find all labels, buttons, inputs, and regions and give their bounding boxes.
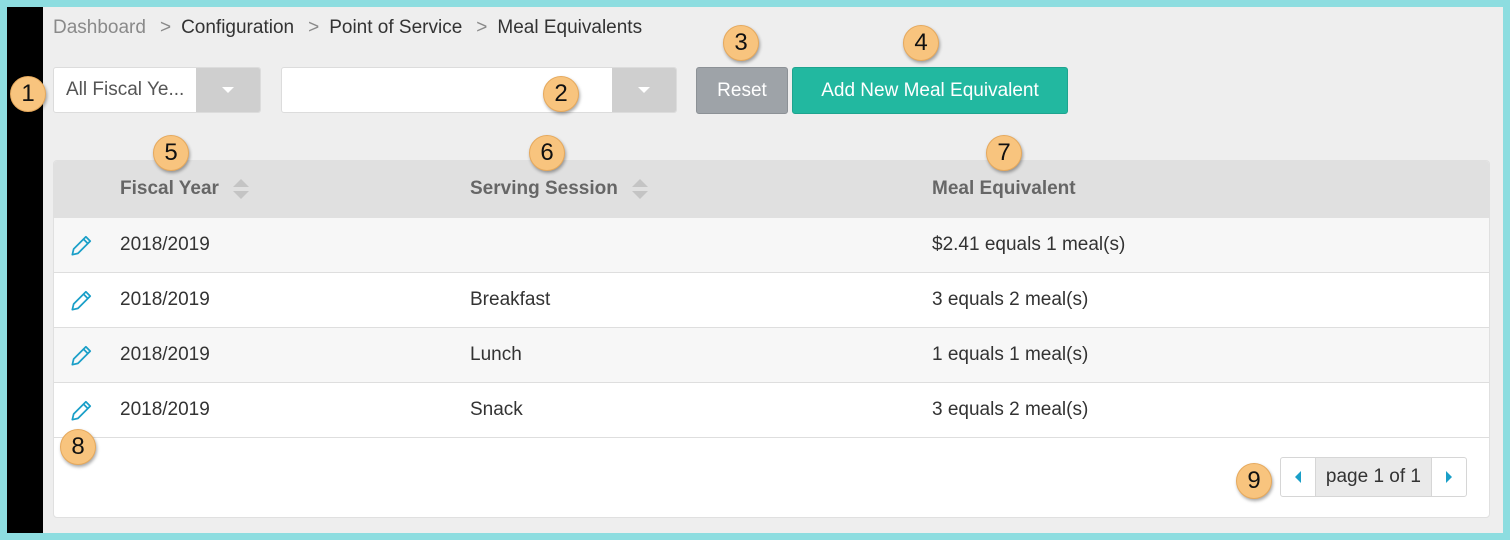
serving-session-select[interactable] — [281, 67, 677, 113]
fiscal-year-select[interactable]: All Fiscal Ye... — [53, 67, 261, 113]
caret-down-icon — [638, 87, 650, 93]
callout-3: 3 — [723, 25, 759, 61]
sort-icon[interactable] — [631, 179, 648, 199]
reset-button[interactable]: Reset — [696, 67, 788, 114]
pencil-icon[interactable] — [68, 288, 94, 314]
app-frame: Dashboard > Configuration > Point of Ser… — [7, 7, 1503, 533]
sort-icon[interactable] — [232, 179, 249, 199]
callout-2: 2 — [543, 76, 579, 112]
previous-page-button[interactable] — [1281, 458, 1315, 496]
table-row: 2018/2019 Snack 3 equals 2 meal(s) — [54, 383, 1489, 438]
cell-meal-equivalent: 3 equals 2 meal(s) — [932, 289, 1089, 310]
next-page-button[interactable] — [1432, 458, 1466, 496]
breadcrumb-configuration[interactable]: Configuration — [181, 17, 294, 39]
callout-8: 8 — [60, 429, 96, 465]
pencil-icon[interactable] — [68, 343, 94, 369]
cell-fiscal-year: 2018/2019 — [120, 399, 210, 420]
caret-down-icon — [222, 87, 234, 93]
callout-6: 6 — [529, 135, 565, 171]
table-row: 2018/2019 Breakfast 3 equals 2 meal(s) — [54, 273, 1489, 328]
cell-meal-equivalent: $2.41 equals 1 meal(s) — [932, 234, 1126, 255]
column-header-fiscal-year[interactable]: Fiscal Year — [120, 161, 249, 217]
cell-serving-session: Breakfast — [470, 289, 551, 310]
callout-4: 4 — [903, 25, 939, 61]
table-header: Fiscal Year Serving Session Meal Equival… — [54, 161, 1489, 218]
breadcrumb-separator: > — [308, 17, 320, 38]
cell-meal-equivalent: 1 equals 1 meal(s) — [932, 344, 1089, 365]
breadcrumb-meal-equivalents: Meal Equivalents — [497, 17, 643, 38]
callout-7: 7 — [986, 135, 1022, 171]
table-row: 2018/2019 $2.41 equals 1 meal(s) — [54, 218, 1489, 273]
callout-9: 9 — [1236, 463, 1272, 499]
fiscal-year-dropdown-button[interactable] — [196, 68, 260, 112]
cell-fiscal-year: 2018/2019 — [120, 234, 210, 255]
add-new-meal-equivalent-button[interactable]: Add New Meal Equivalent — [792, 67, 1068, 114]
table-row: 2018/2019 Lunch 1 equals 1 meal(s) — [54, 328, 1489, 383]
cell-serving-session: Lunch — [470, 344, 522, 365]
serving-session-dropdown-button[interactable] — [612, 68, 676, 112]
main-content: Dashboard > Configuration > Point of Ser… — [43, 7, 1503, 533]
pencil-icon[interactable] — [68, 233, 94, 259]
cell-fiscal-year: 2018/2019 — [120, 344, 210, 365]
fiscal-year-select-value: All Fiscal Ye... — [66, 79, 185, 100]
cell-meal-equivalent: 3 equals 2 meal(s) — [932, 399, 1089, 420]
column-header-serving-session[interactable]: Serving Session — [470, 161, 648, 217]
pencil-icon[interactable] — [68, 398, 94, 424]
breadcrumb: Dashboard > Configuration > Point of Ser… — [53, 17, 642, 39]
callout-5: 5 — [153, 135, 189, 171]
page-indicator: page 1 of 1 — [1314, 458, 1432, 496]
callout-1: 1 — [10, 76, 46, 112]
caret-left-icon — [1294, 471, 1301, 483]
caret-right-icon — [1446, 471, 1452, 483]
cell-serving-session: Snack — [470, 399, 523, 420]
breadcrumb-point-of-service[interactable]: Point of Service — [329, 17, 462, 39]
meal-equivalents-table: Fiscal Year Serving Session Meal Equival… — [53, 160, 1490, 518]
breadcrumb-separator: > — [159, 17, 172, 38]
pagination: page 1 of 1 — [1279, 457, 1467, 497]
cell-fiscal-year: 2018/2019 — [120, 289, 210, 310]
breadcrumb-dashboard[interactable]: Dashboard — [53, 17, 146, 39]
breadcrumb-separator: > — [476, 17, 488, 38]
